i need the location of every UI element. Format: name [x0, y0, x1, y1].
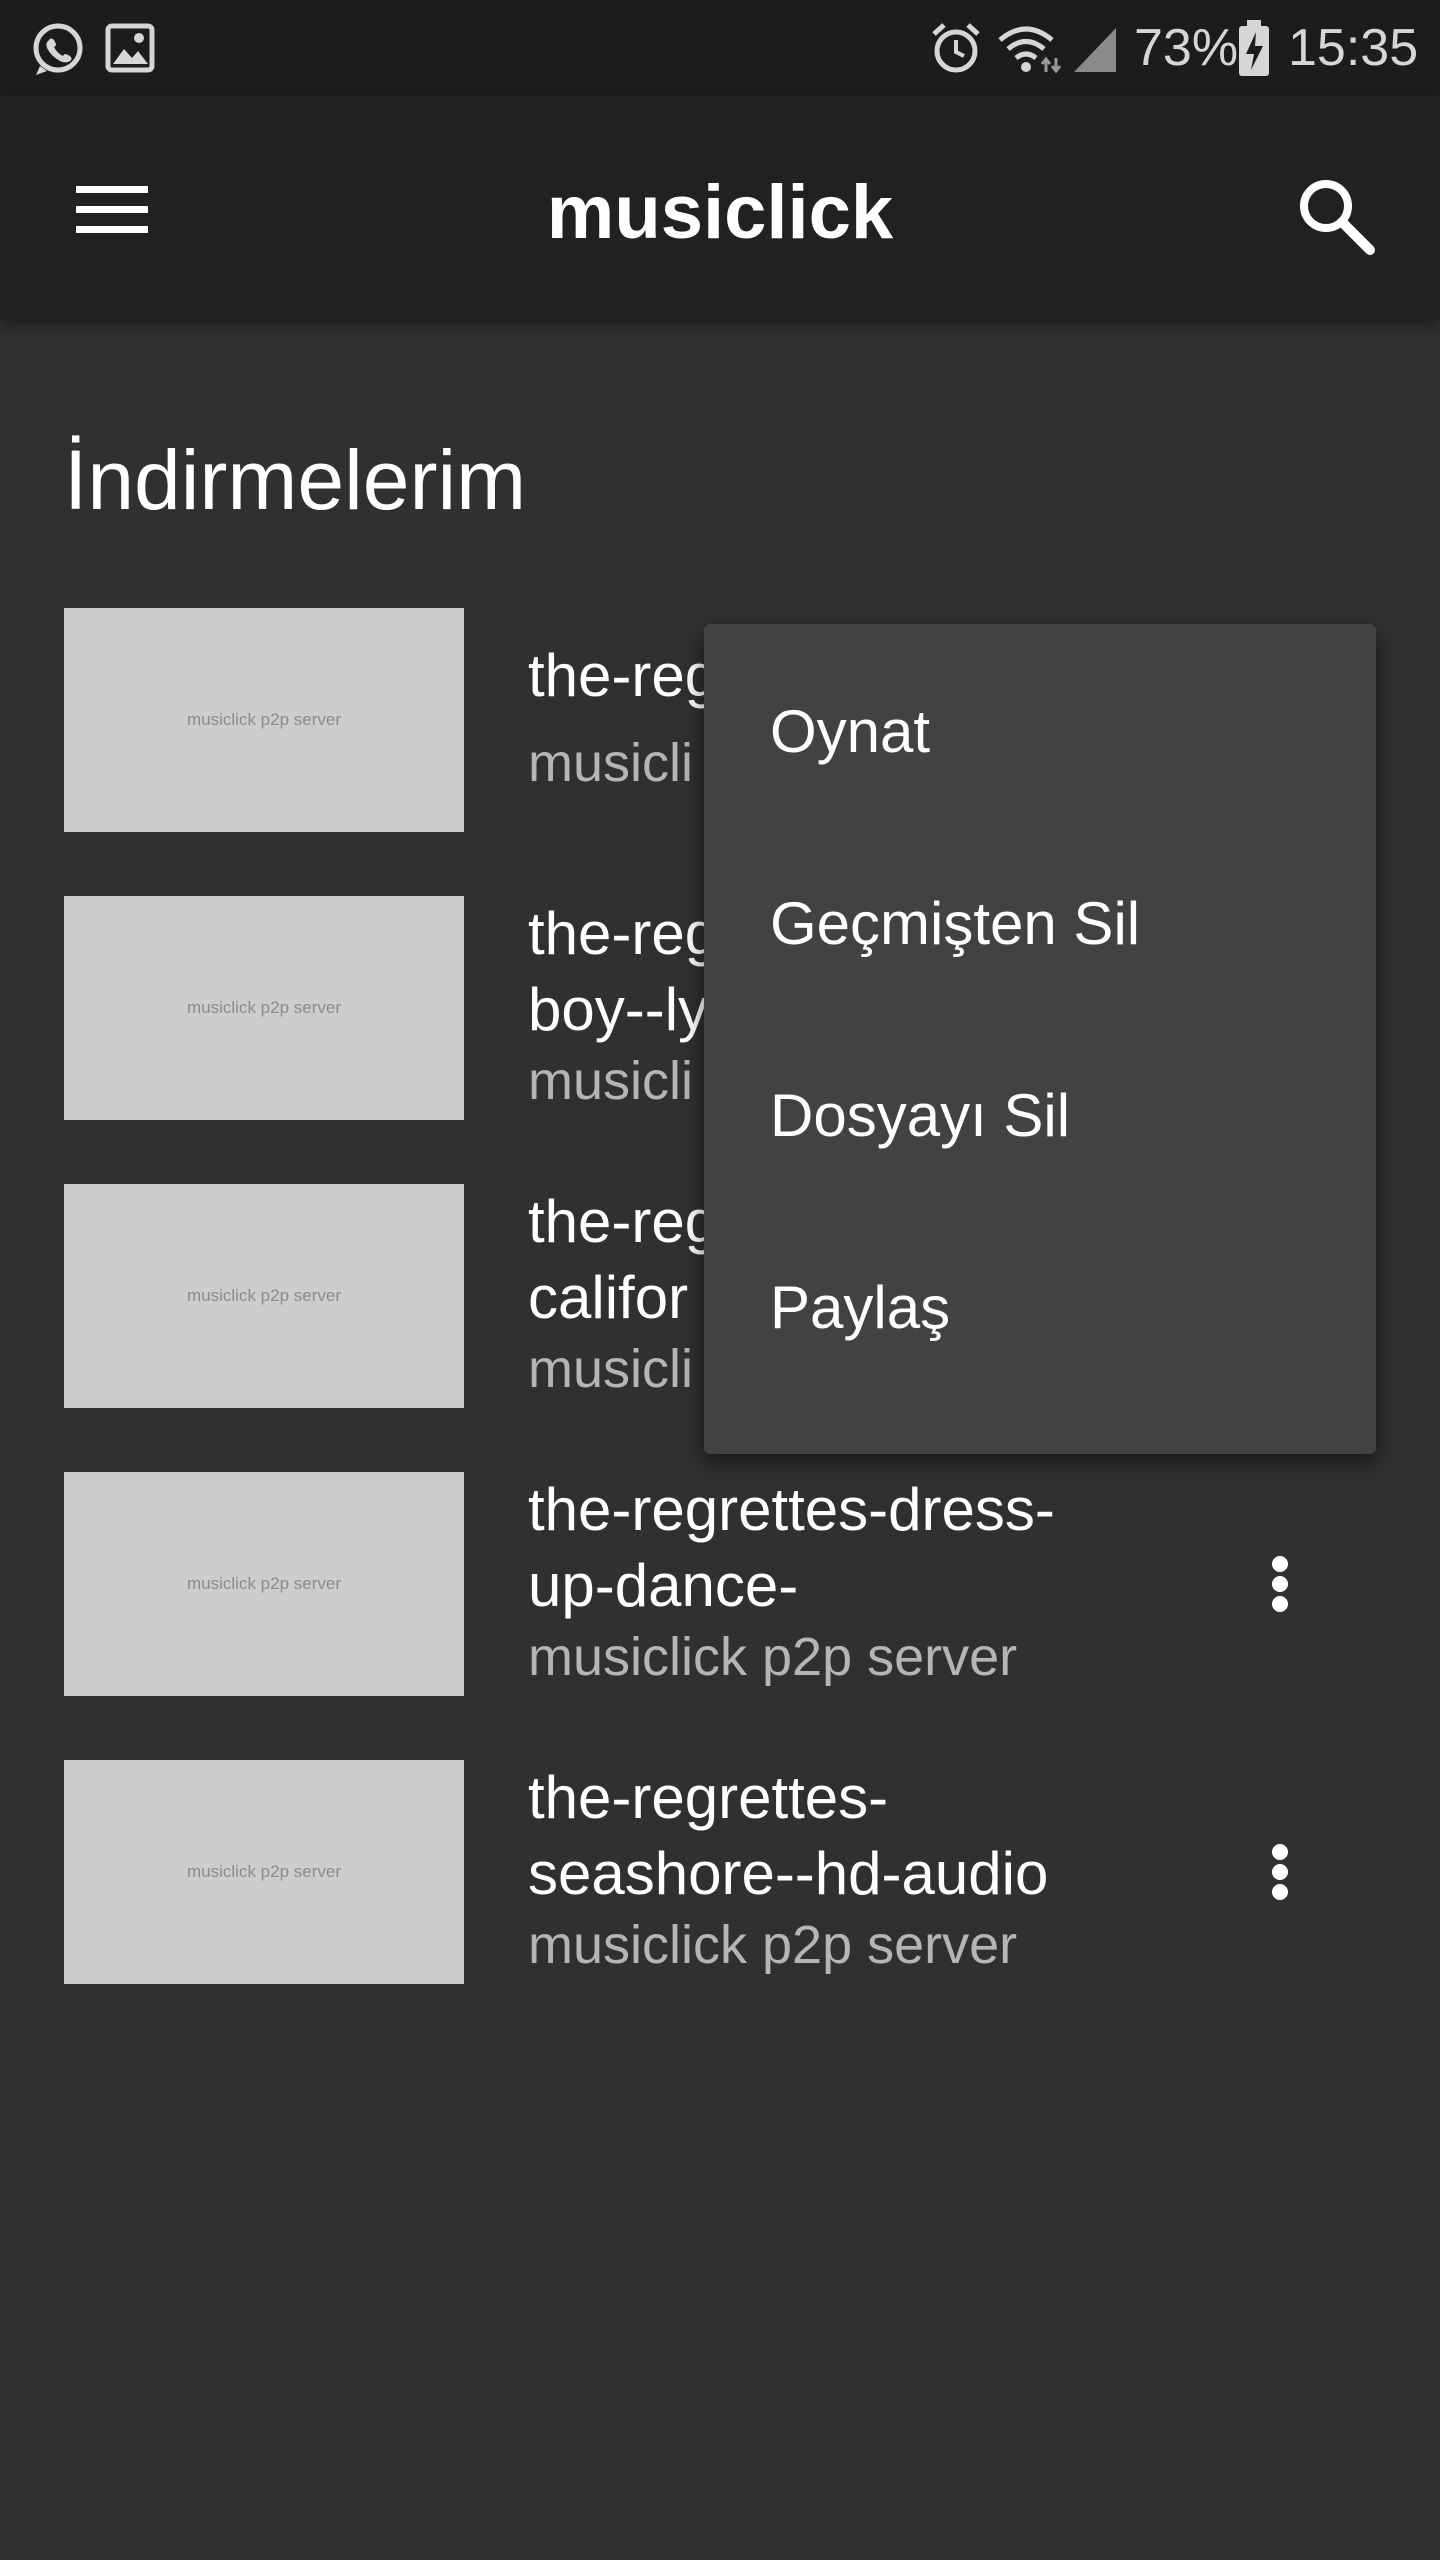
battery-charging-icon	[1239, 20, 1269, 76]
wifi-icon	[998, 26, 1062, 74]
track-subtitle: musicli	[528, 1339, 694, 1399]
more-options-button[interactable]	[1230, 1822, 1330, 1922]
track-thumbnail: musiclick p2p server	[64, 896, 464, 1120]
track-subtitle: musiclick p2p server	[528, 1627, 1018, 1687]
more-options-button[interactable]	[1230, 1534, 1330, 1634]
list-item[interactable]: musiclick p2p server the-regrettes- seas…	[0, 1760, 1440, 1986]
page-title: İndirmelerim	[64, 433, 527, 527]
menu-item-label: Geçmişten Sil	[770, 890, 1141, 957]
thumbnail-label: musiclick p2p server	[187, 710, 341, 729]
thumbnail-label: musiclick p2p server	[187, 1574, 341, 1593]
context-menu: Oynat Geçmişten Sil Dosyayı Sil Paylaş	[704, 624, 1376, 1454]
track-thumbnail: musiclick p2p server	[64, 608, 464, 832]
menu-item-play[interactable]: Oynat	[704, 636, 1376, 828]
track-thumbnail: musiclick p2p server	[64, 1184, 464, 1408]
menu-item-label: Dosyayı Sil	[770, 1082, 1071, 1149]
thumbnail-label: musiclick p2p server	[187, 1286, 341, 1305]
alarm-icon	[932, 23, 980, 73]
app-title: musiclick	[546, 170, 894, 255]
battery-percent: 73%	[1134, 19, 1239, 77]
track-subtitle: musiclick p2p server	[528, 1915, 1018, 1975]
track-subtitle: musicli	[528, 733, 694, 793]
whatsapp-icon	[33, 23, 83, 75]
menu-item-delete-file[interactable]: Dosyayı Sil	[704, 1020, 1376, 1212]
thumbnail-label: musiclick p2p server	[187, 998, 341, 1017]
search-icon	[1300, 180, 1375, 255]
search-button[interactable]	[1280, 160, 1390, 270]
track-title: the-regrettes- seashore--hd-audio	[528, 1764, 1049, 1907]
track-subtitle: musicli	[528, 1051, 694, 1111]
thumbnail-label: musiclick p2p server	[187, 1862, 341, 1881]
image-icon	[105, 23, 155, 73]
track-title: the-regrettes-dress- up-dance-	[528, 1476, 1055, 1619]
track-thumbnail: musiclick p2p server	[64, 1472, 464, 1696]
menu-item-remove-history[interactable]: Geçmişten Sil	[704, 828, 1376, 1020]
menu-item-label: Oynat	[770, 698, 931, 765]
list-item[interactable]: musiclick p2p server the-regrettes-dress…	[0, 1472, 1440, 1698]
signal-icon	[1074, 28, 1116, 72]
status-bar: 73% 15:35	[0, 0, 1440, 96]
app-bar: musiclick	[0, 96, 1440, 320]
track-thumbnail: musiclick p2p server	[64, 1760, 464, 1984]
status-time: 15:35	[1288, 19, 1419, 77]
menu-item-share[interactable]: Paylaş	[704, 1212, 1376, 1404]
menu-item-label: Paylaş	[770, 1274, 951, 1341]
